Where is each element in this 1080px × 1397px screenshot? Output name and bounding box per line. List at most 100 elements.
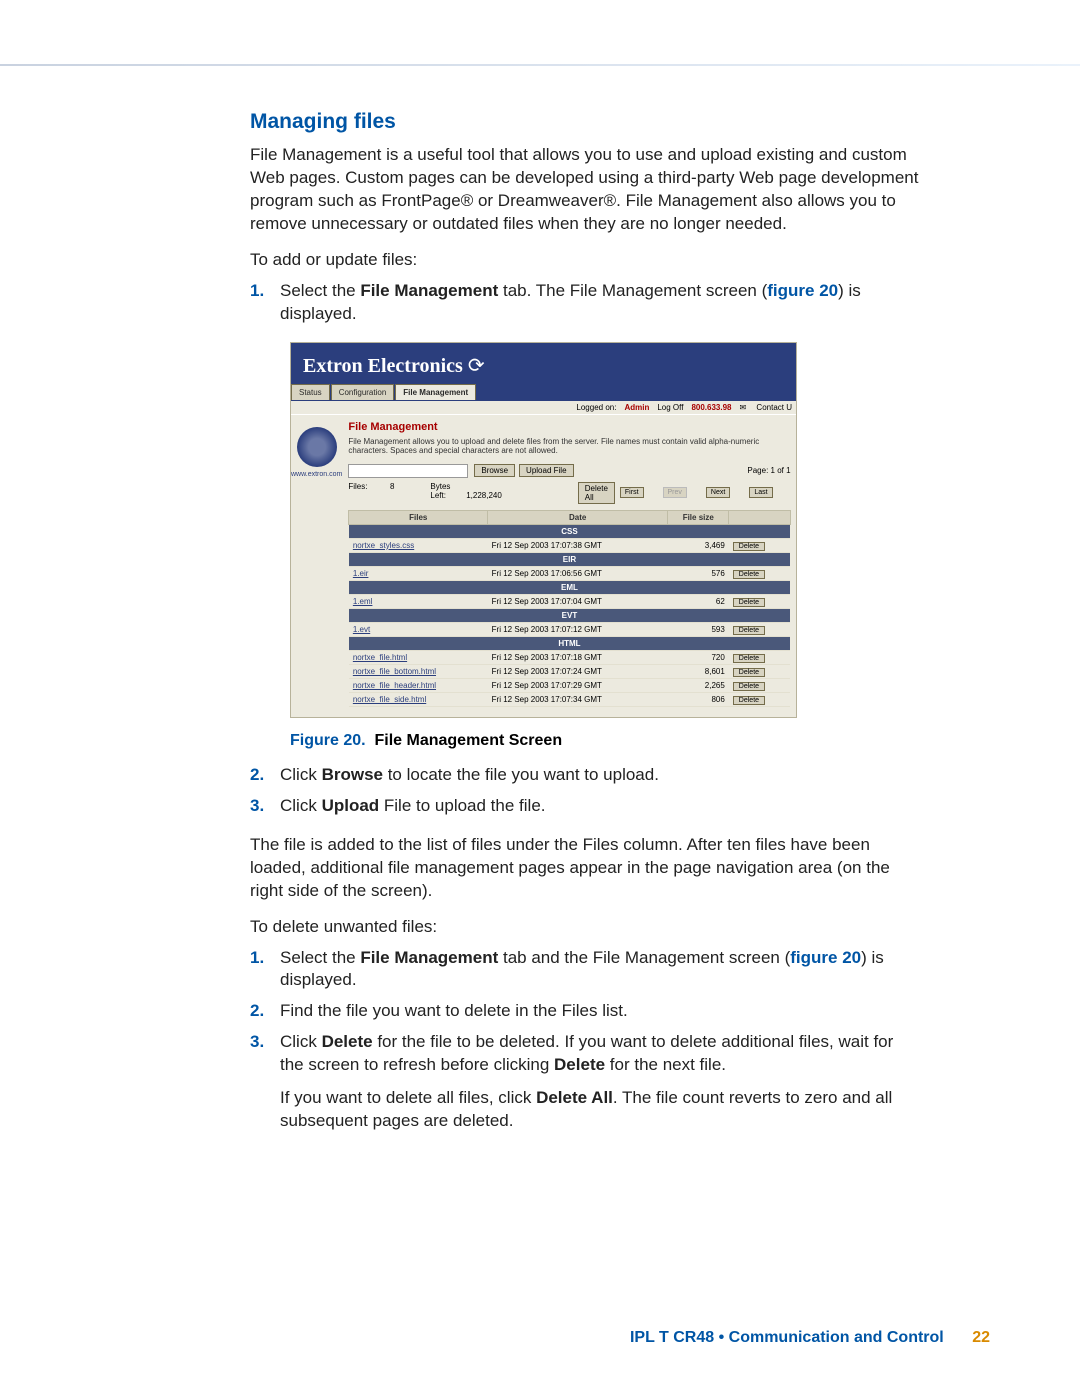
file-date: Fri 12 Sep 2003 17:07:24 GMT	[488, 664, 668, 678]
file-link[interactable]: 1.eml	[353, 597, 373, 606]
section-heading: Managing files	[250, 110, 920, 134]
extron-logo-icon	[297, 427, 337, 467]
step-number: 2.	[250, 1000, 280, 1023]
steps-delete: 1. Select the File Management tab and th…	[250, 947, 920, 1134]
step-text: Select the File Management tab. The File…	[280, 280, 920, 326]
t: Select the	[280, 281, 360, 300]
files-label: Files:	[348, 482, 367, 491]
figure-caption: Figure 20. File Management Screen	[290, 732, 920, 750]
delete-button[interactable]: Delete	[733, 696, 765, 705]
table-row: nortxe_file_header.htmlFri 12 Sep 2003 1…	[349, 678, 790, 692]
lead-add: To add or update files:	[250, 250, 920, 270]
steps-add: 1. Select the File Management tab. The F…	[250, 280, 920, 326]
panel-title: File Management	[348, 421, 790, 433]
bold: File Management	[360, 281, 498, 300]
steps-add-cont: 2. Click Browse to locate the file you w…	[250, 764, 920, 818]
table-row: nortxe_file.html Fri 12 Sep 2003 17:07:18…	[349, 650, 790, 664]
footer-text: IPL T CR48 • Communication and Control	[630, 1329, 944, 1346]
page-label: Page:	[747, 466, 768, 475]
delete-button[interactable]: Delete	[733, 682, 765, 691]
upload-button[interactable]: Upload File	[519, 464, 573, 477]
side-url[interactable]: www.extron.com	[291, 471, 342, 478]
file-link[interactable]: nortxe_styles.css	[353, 541, 414, 550]
delete-all-button[interactable]: Delete All	[578, 482, 615, 504]
brand-text: Extron Electronics ⟳	[303, 355, 485, 377]
file-link[interactable]: nortxe_file.html	[353, 653, 407, 662]
col-date: Date	[488, 510, 668, 524]
intro-paragraph: File Management is a useful tool that al…	[250, 144, 920, 236]
file-date: Fri 12 Sep 2003 17:07:12 GMT	[488, 622, 668, 636]
t: tab. The File Management screen (	[498, 281, 767, 300]
file-link[interactable]: nortxe_file_bottom.html	[353, 667, 436, 676]
file-date: Fri 12 Sep 2003 17:07:38 GMT	[488, 538, 668, 552]
delete-button[interactable]: Delete	[733, 598, 765, 607]
logged-label: Logged on:	[576, 403, 616, 412]
delete-button[interactable]: Delete	[733, 654, 765, 663]
step-number: 1.	[250, 947, 280, 993]
lead-delete: To delete unwanted files:	[250, 917, 920, 937]
col-files: Files	[349, 510, 488, 524]
tab-file-management[interactable]: File Management	[395, 384, 476, 400]
delete-button[interactable]: Delete	[733, 668, 765, 677]
step-text: Click Browse to locate the file you want…	[280, 764, 920, 787]
panel-desc: File Management allows you to upload and…	[348, 437, 790, 456]
delete-button[interactable]: Delete	[733, 626, 765, 635]
file-link[interactable]: nortxe_file_side.html	[353, 695, 426, 704]
file-size: 806	[668, 692, 729, 706]
file-size: 2,265	[668, 678, 729, 692]
file-date: Fri 12 Sep 2003 17:07:18 GMT	[488, 650, 668, 664]
nav-prev[interactable]: Prev	[663, 487, 687, 498]
nav-first[interactable]: First	[620, 487, 644, 498]
page-total: 1	[786, 466, 790, 475]
table-row: 1.evt Fri 12 Sep 2003 17:07:12 GMT593 Dele…	[349, 622, 790, 636]
file-link[interactable]: 1.eir	[353, 569, 369, 578]
tab-status[interactable]: Status	[291, 384, 330, 400]
step-text: Select the File Management tab and the F…	[280, 947, 920, 993]
tab-configuration[interactable]: Configuration	[331, 384, 395, 400]
step-number: 3.	[250, 795, 280, 818]
page-current: 1 of	[771, 466, 784, 475]
cat-css: CSS	[349, 524, 790, 538]
page-rule	[0, 64, 1080, 66]
file-size: 62	[668, 594, 729, 608]
table-row: 1.eml Fri 12 Sep 2003 17:07:04 GMT62 Delet…	[349, 594, 790, 608]
col-size: File size	[668, 510, 729, 524]
footer-page-number: 22	[972, 1329, 990, 1346]
file-table: Files Date File size CSS nortxe_styles.c…	[348, 510, 790, 707]
table-row: nortxe_styles.css Fri 12 Sep 2003 17:07:3…	[349, 538, 790, 552]
file-path-input[interactable]	[348, 464, 468, 478]
file-date: Fri 12 Sep 2003 17:07:04 GMT	[488, 594, 668, 608]
figure-title: File Management Screen	[370, 732, 562, 749]
file-date: Fri 12 Sep 2003 17:07:34 GMT	[488, 692, 668, 706]
logged-user: Admin	[624, 403, 649, 412]
browse-button[interactable]: Browse	[474, 464, 515, 477]
file-link[interactable]: 1.evt	[353, 625, 370, 634]
ss-subbar: Logged on: Admin Log Off 800.633.98 ✉ Co…	[291, 401, 796, 415]
file-size: 8,601	[668, 664, 729, 678]
delete-button[interactable]: Delete	[733, 570, 765, 579]
nav-last[interactable]: Last	[749, 487, 772, 498]
ss-sidebar: www.extron.com	[291, 415, 342, 717]
cat-eml: EML	[349, 580, 790, 594]
step-number: 2.	[250, 764, 280, 787]
contact-link[interactable]: ✉ Contact U	[739, 403, 792, 412]
file-size: 593	[668, 622, 729, 636]
file-size: 3,469	[668, 538, 729, 552]
step-text: Find the file you want to delete in the …	[280, 1000, 920, 1023]
step-text: Click Upload File to upload the file.	[280, 795, 920, 818]
table-row: 1.eirFri 12 Sep 2003 17:06:56 GMT576Dele…	[349, 566, 790, 580]
logoff-link[interactable]: Log Off	[657, 403, 683, 412]
step-number: 3.	[250, 1031, 280, 1133]
cat-html: HTML	[349, 636, 790, 650]
delete-button[interactable]: Delete	[733, 542, 765, 551]
step-number: 1.	[250, 280, 280, 326]
bytes-left: 1,228,240	[466, 491, 502, 500]
nav-next[interactable]: Next	[706, 487, 730, 498]
phone: 800.633.98	[691, 403, 731, 412]
ss-tabs: Status Configuration File Management	[291, 384, 796, 401]
table-row: nortxe_file_bottom.html Fri 12 Sep 2003 1…	[349, 664, 790, 678]
ss-brand-bar: Extron Electronics ⟳	[291, 343, 796, 384]
cat-evt: EVT	[349, 608, 790, 622]
page-footer: IPL T CR48 • Communication and Control 2…	[630, 1329, 990, 1347]
file-link[interactable]: nortxe_file_header.html	[353, 681, 436, 690]
